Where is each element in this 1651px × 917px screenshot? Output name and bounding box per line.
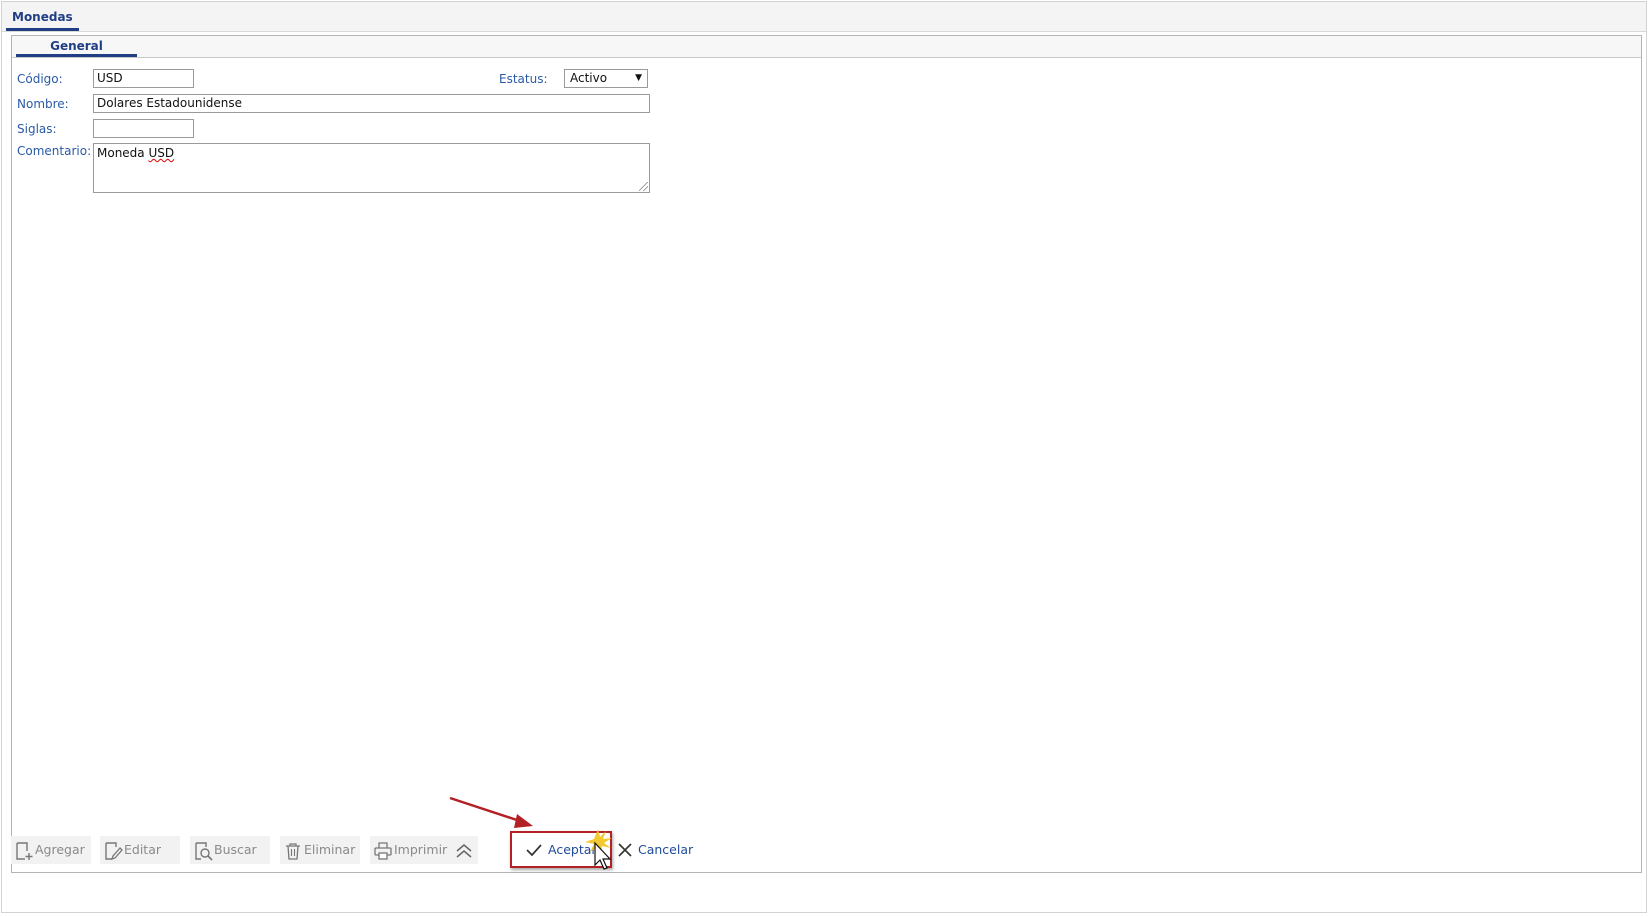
tab-monedas[interactable]: Monedas [6, 2, 79, 31]
comentario-textarea[interactable]: Moneda USD [93, 143, 650, 193]
resize-grip-icon[interactable] [639, 182, 648, 191]
buscar-button[interactable]: Buscar [190, 836, 270, 864]
estatus-select[interactable]: Activo ▼ [564, 69, 648, 88]
siglas-label: Siglas: [17, 122, 57, 136]
codigo-label: Código: [17, 72, 63, 86]
siglas-input[interactable] [93, 119, 194, 138]
collapse-icon[interactable] [454, 841, 474, 861]
comentario-text-misspelled: USD [148, 146, 175, 160]
trash-icon [286, 843, 300, 860]
arrow-annotation [449, 796, 533, 828]
cursor-icon [585, 829, 612, 870]
main-tabstrip: Monedas [2, 2, 1646, 32]
comentario-text: Moneda [97, 146, 145, 160]
cancelar-button[interactable]: Cancelar [614, 836, 694, 864]
nombre-label: Nombre: [17, 97, 69, 111]
edit-icon [105, 842, 123, 861]
dropdown-arrow-icon: ▼ [635, 73, 642, 83]
agregar-button[interactable]: Agregar [11, 836, 91, 864]
eliminar-button[interactable]: Eliminar [280, 836, 360, 864]
tab-general[interactable]: General [16, 36, 137, 57]
imprimir-button[interactable]: Imprimir [370, 836, 478, 864]
sub-tabstrip: General [12, 36, 1641, 58]
editar-label: Editar [124, 842, 162, 857]
codigo-input[interactable]: USD [93, 69, 194, 88]
add-icon [16, 842, 33, 860]
cancelar-label: Cancelar [638, 842, 694, 857]
nombre-input[interactable]: Dolares Estadounidense [93, 94, 650, 113]
buscar-label: Buscar [214, 842, 257, 857]
editar-button[interactable]: Editar [100, 836, 180, 864]
estatus-select-value: Activo [570, 71, 608, 85]
print-icon [374, 842, 392, 860]
close-icon [618, 843, 632, 857]
comentario-label: Comentario: [17, 144, 92, 158]
eliminar-label: Eliminar [304, 842, 356, 857]
imprimir-label: Imprimir [394, 842, 448, 857]
search-icon [195, 842, 213, 861]
agregar-label: Agregar [35, 842, 85, 857]
estatus-label: Estatus: [499, 72, 548, 86]
